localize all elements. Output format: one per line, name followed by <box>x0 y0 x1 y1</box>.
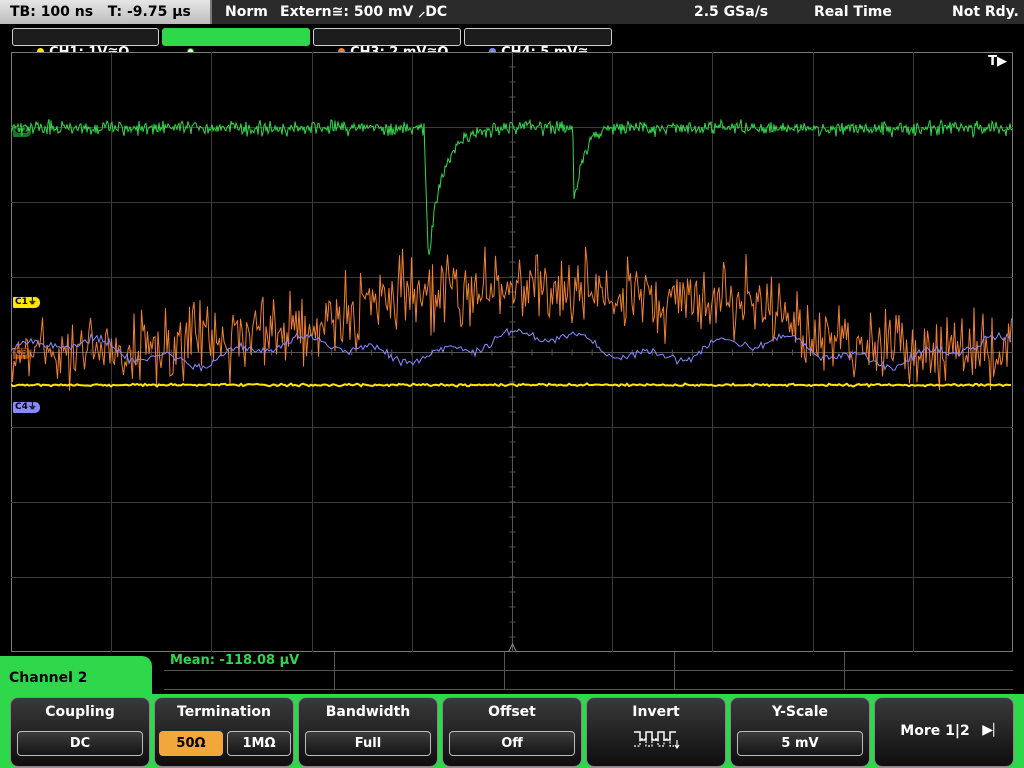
termination-label: Termination <box>177 704 271 720</box>
coupling-label: Coupling <box>45 704 115 720</box>
status-bar: TB: 100 ns T: -9.75 µs Norm Extern≅: 500… <box>0 0 1024 24</box>
menu-title: Channel 2 <box>0 656 152 700</box>
yscale-label: Y-Scale <box>771 704 828 720</box>
timebase-readout[interactable]: TB: 100 ns T: -9.75 µs <box>0 0 212 24</box>
tab-ch1[interactable]: CH1: 1V≅Ω <box>12 28 159 60</box>
ch1-marker[interactable]: C1⏚ <box>13 297 40 308</box>
waveform-display[interactable]: T▶ C1⏚ C2 C3 C4⏚ <box>11 52 1013 652</box>
offset-value[interactable]: Off <box>449 731 575 756</box>
yscale-softkey[interactable]: Y-Scale 5 mV <box>730 697 870 767</box>
invert-softkey[interactable]: Invert <box>586 697 726 767</box>
more-label: More 1|2 <box>900 723 970 739</box>
acquisition-state: Not Rdy. <box>952 4 1019 20</box>
ch2-marker[interactable]: C2 <box>13 126 31 137</box>
invert-pulse-icon <box>634 731 680 750</box>
measurement-panel: Mean: -118.08 µV <box>164 652 1013 691</box>
yscale-value[interactable]: 5 mV <box>737 731 863 756</box>
trigger-mode[interactable]: Norm <box>225 0 268 24</box>
ch4-marker[interactable]: C4⏚ <box>13 402 40 413</box>
next-page-arrow-icon: ▶⎸ <box>982 722 1007 738</box>
channel-tabs: CH1: 1V≅Ω CH2: 5 mV≅Ω CH3: 2 mV≅Ω CH4: 5… <box>0 24 1024 60</box>
termination-1mohm-option[interactable]: 1MΩ <box>227 731 291 756</box>
trigger-position-icon[interactable]: T▶ <box>988 54 1007 69</box>
tab-ch4[interactable]: CH4: 5 mV≅ <box>464 28 612 60</box>
bandwidth-value[interactable]: Full <box>305 731 431 756</box>
acquisition-mode[interactable]: Real Time <box>814 0 892 24</box>
waveform-canvas <box>11 52 1013 652</box>
ch3-marker[interactable]: C3 <box>13 348 31 359</box>
coupling-softkey[interactable]: Coupling DC <box>10 697 150 767</box>
trigger-source[interactable]: Extern≅: 500 mV ⸝DC <box>280 0 447 24</box>
more-softkey[interactable]: More 1|2 ▶⎸ <box>874 697 1014 767</box>
mean-measurement: Mean: -118.08 µV <box>170 653 300 668</box>
termination-50ohm-option[interactable]: 50Ω <box>159 731 223 756</box>
sample-rate[interactable]: 2.5 GSa/s <box>694 0 768 24</box>
tab-ch3[interactable]: CH3: 2 mV≅Ω <box>313 28 461 60</box>
invert-label: Invert <box>632 704 680 720</box>
bandwidth-label: Bandwidth <box>325 704 411 720</box>
tab-ch2[interactable]: CH2: 5 mV≅Ω <box>162 28 310 60</box>
termination-softkey[interactable]: Termination 50Ω 1MΩ <box>154 697 294 767</box>
offset-softkey[interactable]: Offset Off <box>442 697 582 767</box>
bandwidth-softkey[interactable]: Bandwidth Full <box>298 697 438 767</box>
offset-label: Offset <box>488 704 536 720</box>
coupling-value[interactable]: DC <box>17 731 143 756</box>
